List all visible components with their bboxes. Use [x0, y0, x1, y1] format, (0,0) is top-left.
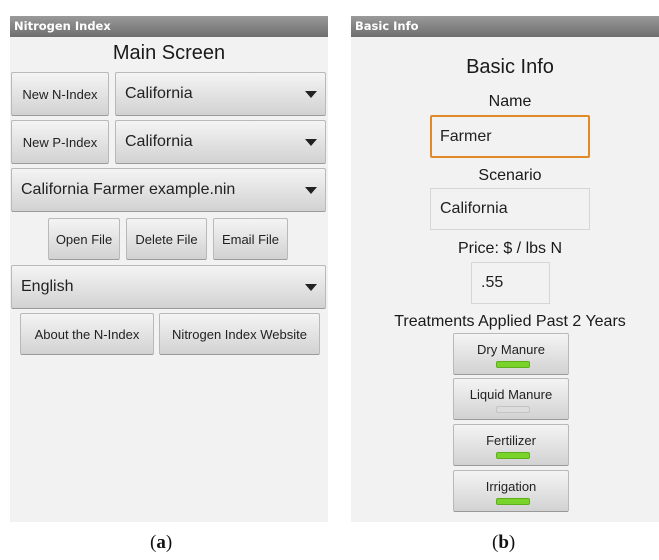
toggle-indicator	[496, 406, 530, 413]
p-state-select[interactable]: California	[115, 120, 326, 164]
new-n-index-button[interactable]: New N-Index	[11, 72, 109, 116]
open-file-button[interactable]: Open File	[48, 218, 120, 260]
scenario-label: Scenario	[478, 167, 542, 184]
toggle-indicator	[496, 498, 530, 505]
toggle-indicator	[496, 361, 530, 368]
about-n-index-button[interactable]: About the N-Index	[20, 313, 154, 355]
toggle-label: Dry Manure	[477, 342, 545, 357]
liquid-manure-toggle[interactable]: Liquid Manure	[453, 378, 569, 420]
p-state-select-value: California	[125, 133, 193, 150]
n-state-select-value: California	[125, 85, 193, 102]
file-select[interactable]: California Farmer example.nin	[11, 168, 326, 212]
dropdown-arrow-icon	[305, 284, 317, 291]
page-title: Basic Info	[466, 56, 554, 78]
app-titlebar: Nitrogen Index	[10, 16, 328, 37]
fertilizer-toggle[interactable]: Fertilizer	[453, 424, 569, 466]
app-titlebar: Basic Info	[351, 16, 659, 37]
email-file-button[interactable]: Email File	[213, 218, 288, 260]
caption-a-letter: a	[156, 532, 166, 553]
file-select-value: California Farmer example.nin	[21, 181, 236, 198]
page-title: Main Screen	[112, 42, 226, 64]
nitrogen-index-website-button[interactable]: Nitrogen Index Website	[159, 313, 320, 355]
toggle-label: Liquid Manure	[469, 387, 553, 402]
price-label: Price: $ / lbs N	[457, 240, 563, 257]
irrigation-toggle[interactable]: Irrigation	[453, 470, 569, 512]
language-select-value: English	[21, 278, 74, 295]
main-screen-panel: Nitrogen Index Main Screen New N-Index C…	[10, 16, 328, 522]
basic-info-panel: Basic Info Basic Info Name Farmer Scenar…	[351, 16, 659, 522]
name-label: Name	[488, 93, 532, 110]
n-state-select[interactable]: California	[115, 72, 326, 116]
caption-a: (a)	[150, 532, 173, 553]
treatments-label: Treatments Applied Past 2 Years	[394, 313, 626, 330]
language-select[interactable]: English	[11, 265, 326, 309]
name-field[interactable]: Farmer	[430, 115, 590, 158]
toggle-label: Fertilizer	[486, 433, 536, 448]
dropdown-arrow-icon	[305, 91, 317, 98]
toggle-indicator	[496, 452, 530, 459]
dropdown-arrow-icon	[305, 187, 317, 194]
toggle-label: Irrigation	[485, 479, 537, 494]
price-field[interactable]: .55	[471, 262, 550, 304]
caption-b: (b)	[492, 532, 516, 553]
scenario-field[interactable]: California	[430, 188, 590, 230]
delete-file-button[interactable]: Delete File	[126, 218, 207, 260]
dropdown-arrow-icon	[305, 139, 317, 146]
new-p-index-button[interactable]: New P-Index	[11, 120, 109, 164]
caption-b-letter: b	[498, 532, 509, 553]
dry-manure-toggle[interactable]: Dry Manure	[453, 333, 569, 375]
